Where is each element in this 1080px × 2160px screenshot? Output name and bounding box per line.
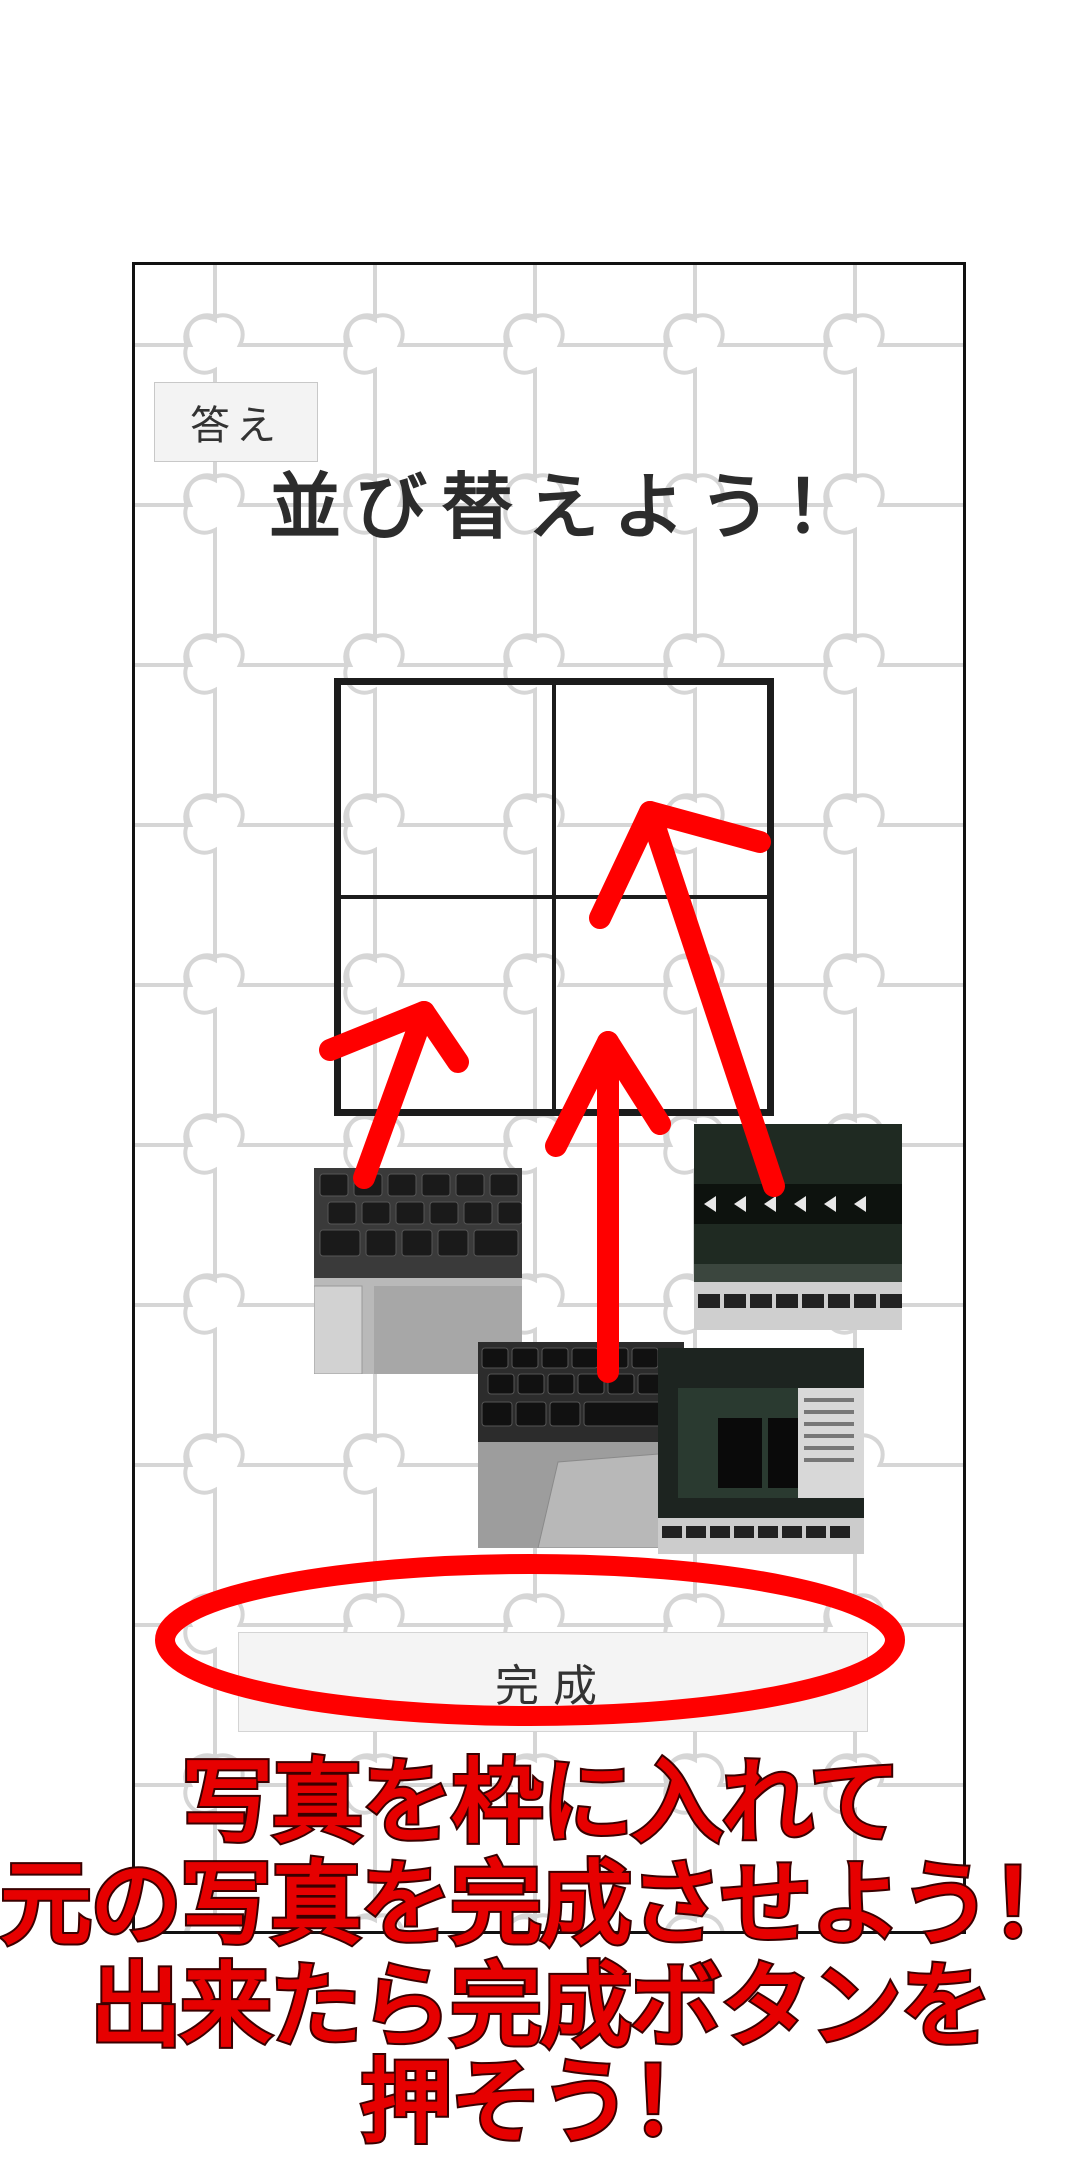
done-button[interactable]: 完成 [238,1632,868,1732]
page-title: 並び替えよう！ [268,465,871,549]
caption-line-2: 元の写真を完成させよう！ [0,1851,1080,1958]
caption-line-3: 出来たら完成ボタンを [88,1953,994,2060]
caption-line-4: 押そう！ [358,2049,724,2156]
screen-top-photo[interactable] [694,1124,902,1330]
grid-cell-top-right[interactable] [554,683,769,897]
grid-cell-top-left[interactable] [339,683,554,897]
screen-bottom-photo[interactable] [658,1348,864,1554]
grid-cell-bottom-left[interactable] [339,897,554,1111]
grid-cell-bottom-right[interactable] [554,897,769,1111]
caption-line-1: 写真を枠に入れて [179,1749,902,1856]
puzzle-grid [334,678,774,1116]
keyboard-center-photo[interactable] [478,1342,684,1548]
